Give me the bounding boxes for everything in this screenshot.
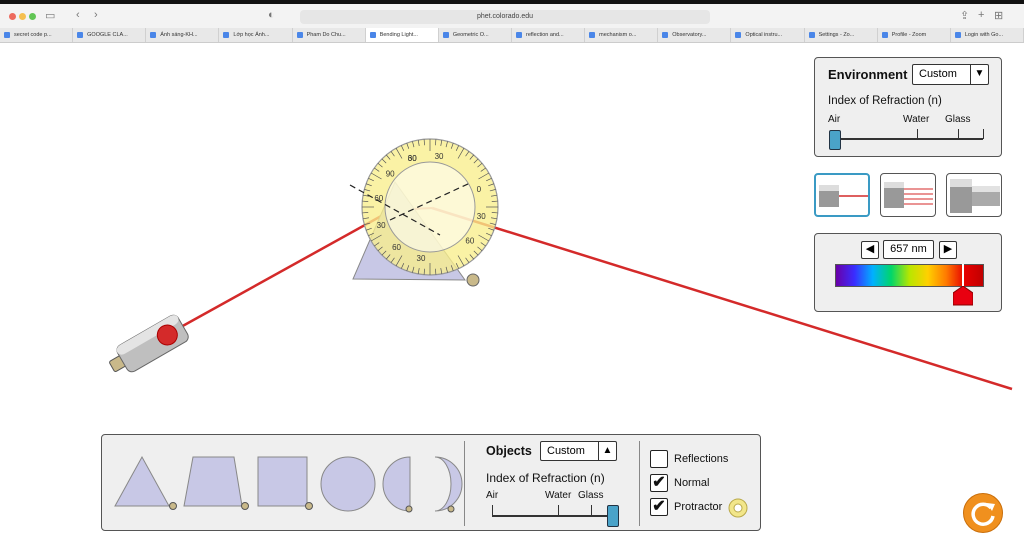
environment-select[interactable]: Custom ▼ [912,64,989,85]
environment-select-value: Custom [919,68,957,80]
normal-label: Normal [674,477,710,489]
env-tick-water: Water [903,114,930,125]
chevron-down-icon: ▼ [970,65,988,84]
obj-slider-thumb[interactable] [607,505,619,527]
reset-button[interactable] [963,493,1003,533]
white-light-mode-icon [950,179,1000,213]
obj-slider-track[interactable] [492,515,612,517]
wave-mode-icon [884,182,933,208]
toolbox-panel: Objects Custom ▲ Index of Refraction (n)… [101,434,761,531]
laser-pointer[interactable] [104,313,190,380]
obj-tick-air: Air [486,490,499,501]
protractor-label: 30 [417,254,426,263]
wavelength-slider-thumb[interactable] [952,264,973,306]
obj-tick-glass: Glass [578,490,604,501]
square-shape-tool[interactable] [257,456,313,510]
objects-title: Objects [486,444,532,458]
protractor-label: 90 [386,170,395,179]
protractor-label: 30 [408,154,417,163]
protractor-label: Protractor [674,501,723,513]
protractor-label: 30 [477,212,486,221]
objects-index-label: Index of Refraction (n) [486,471,605,485]
environment-title: Environment [828,67,908,82]
white-light-mode-button[interactable] [946,173,1002,217]
trapezoid-shape-tool[interactable] [183,456,249,510]
reflections-checkbox[interactable] [650,450,668,468]
lens-shape-tool[interactable] [382,456,463,513]
wavelength-increase-button[interactable]: ▶ [939,241,957,259]
protractor-mini-icon [728,498,748,518]
normal-checkbox[interactable]: ✔ [650,474,668,492]
objects-select[interactable]: Custom ▲ [540,441,617,461]
protractor-check-icon: ✔ [652,498,666,515]
objects-select-value: Custom [547,445,585,457]
environment-panel: Environment Custom ▼ Index of Refraction… [814,57,1002,157]
env-slider-thumb[interactable] [829,130,841,150]
env-tick-glass: Glass [945,114,971,125]
reflections-label: Reflections [674,453,729,465]
chevron-up-icon: ▲ [598,442,616,460]
shape-palette [114,455,463,513]
wavelength-panel: ◀ 657 nm ▶ [814,233,1002,312]
protractor-label: 60 [392,243,401,252]
env-tick-air: Air [828,114,841,125]
circle-shape-tool[interactable] [320,456,376,512]
refresh-icon [971,502,995,526]
wave-mode-button[interactable] [880,173,936,217]
ray-mode-button[interactable] [814,173,870,217]
protractor-tool[interactable]: 60 3003060306030609030 [361,138,499,276]
protractor-checkbox[interactable]: ✔ [650,498,668,516]
normal-check-icon: ✔ [652,474,666,491]
obj-tick-water: Water [545,490,572,501]
triangle-shape-tool[interactable] [114,455,177,510]
protractor-label: 60 [465,236,474,245]
protractor-label: 30 [377,221,386,230]
ray-mode-icon [819,185,868,207]
environment-index-label: Index of Refraction (n) [828,95,942,107]
protractor-label: 0 [477,185,482,194]
env-slider-track[interactable] [834,138,983,140]
protractor-label: 30 [435,152,444,161]
wavelength-decrease-button[interactable]: ◀ [861,241,879,259]
wavelength-value[interactable]: 657 nm [883,240,934,259]
